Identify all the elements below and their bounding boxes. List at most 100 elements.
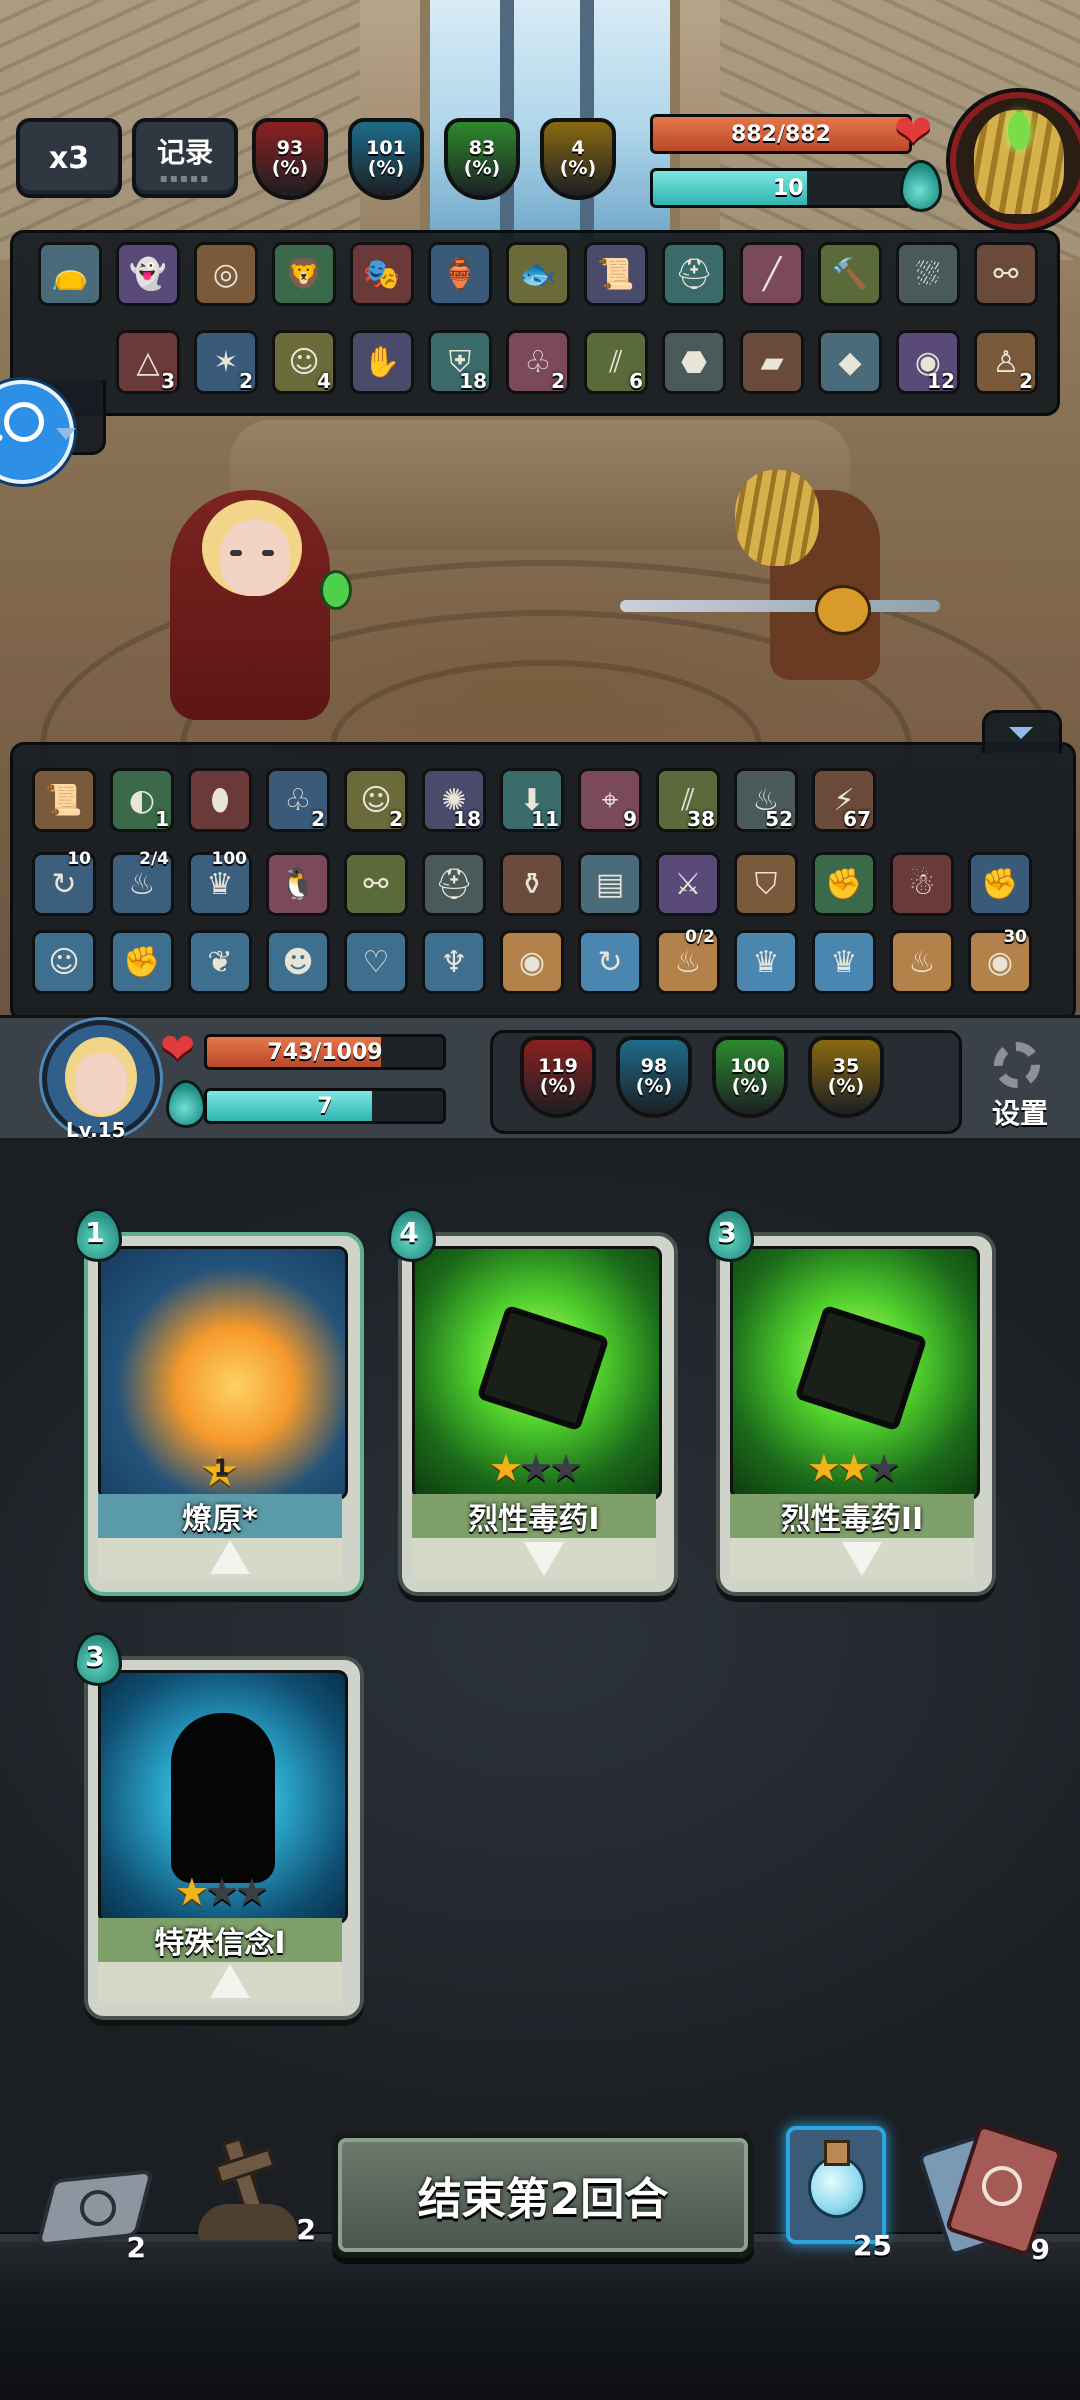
shield-icon[interactable]: ⛉ (734, 852, 798, 916)
settings-button[interactable]: 设置 (972, 1040, 1068, 1132)
card-name: 燎原* (98, 1494, 342, 1538)
eye-rune-icon[interactable]: ◉ (500, 930, 564, 994)
stat-shield[interactable]: 93 (%) (252, 118, 328, 200)
rune-face-icon[interactable]: ☺ (32, 930, 96, 994)
vase-icon-glyph: 🏺 (441, 256, 479, 292)
rune-fist-icon[interactable]: ✊ (110, 930, 174, 994)
lightning-icon[interactable]: ⚡ 67 (812, 768, 876, 832)
speed-button[interactable]: x3 (16, 118, 122, 198)
stat-shield[interactable]: 83 (%) (444, 118, 520, 200)
spirit-face-icon[interactable]: ☺ 2 (344, 768, 408, 832)
knight-helm-icon[interactable]: ⛑ (422, 852, 486, 916)
lightning-spell-icon[interactable]: ✶ 2 (194, 330, 258, 394)
green-book-icon[interactable]: ▰ (740, 330, 804, 394)
collapse-arrow-icon[interactable] (56, 428, 76, 440)
sack-icon[interactable]: 👝 (38, 242, 102, 306)
discard-count: 9 (1030, 2233, 1050, 2266)
rune-bowl-icon-glyph: ♆ (440, 944, 468, 980)
green-claw-icon[interactable]: ♧ 2 (266, 768, 330, 832)
dark-swirl-icon[interactable]: ◐ 1 (110, 768, 174, 832)
green-claw-icon[interactable]: ♧ 2 (506, 330, 570, 394)
goggles-icon-glyph: ⚯ (993, 256, 1019, 292)
skill-card[interactable]: ★★★ 特殊信念I (84, 1656, 364, 2020)
purple-swirl-icon[interactable]: ✺ 18 (422, 768, 486, 832)
potion-count: 25 (853, 2229, 892, 2262)
crown-rune-icon[interactable]: ♛ (734, 930, 798, 994)
map-icon[interactable]: ▤ (578, 852, 642, 916)
ring-icon[interactable]: ◎ (194, 242, 258, 306)
target-icon[interactable]: ⌖ 9 (578, 768, 642, 832)
ghost-doll-icon[interactable]: ☃ (890, 852, 954, 916)
gauntlet-icon[interactable]: ✊ (968, 852, 1032, 916)
lion-icon[interactable]: 🦁 (272, 242, 336, 306)
rune-mask-icon[interactable]: ☻ (266, 930, 330, 994)
grave-button[interactable]: 2 (190, 2130, 320, 2260)
enemy-mana-bar: 10 (650, 168, 912, 208)
skill-card[interactable]: ★ 1 燎原* (84, 1232, 364, 1596)
triangle-spell-icon[interactable]: △ 3 (116, 330, 180, 394)
blue-shield-icon[interactable]: ⛨ 18 (428, 330, 492, 394)
stat-shield[interactable]: 35 (%) (808, 1036, 884, 1118)
cycle-rune-icon[interactable]: ↻ 10 (32, 849, 96, 916)
stat-shield[interactable]: 101 (%) (348, 118, 424, 200)
cycle-rune-icon[interactable]: ↻ (578, 930, 642, 994)
scroll-icon[interactable]: 📜 (584, 242, 648, 306)
sword-icon[interactable]: ⚔ (656, 852, 720, 916)
down-arrow-icon[interactable]: ⬇ 11 (500, 768, 564, 832)
goggles-icon[interactable]: ⚯ (344, 852, 408, 916)
red-slash-icon[interactable]: ⫽ 38 (656, 768, 720, 832)
draw-pile-button[interactable]: 2 (35, 2164, 156, 2264)
goggles-icon[interactable]: ⚯ (974, 242, 1038, 306)
record-button[interactable]: 记录 ▪▪▪▪▪ (132, 118, 238, 198)
card-footer (730, 1538, 974, 1580)
vase-icon[interactable]: 🏺 (428, 242, 492, 306)
grave-count: 2 (296, 2213, 316, 2246)
stat-shield[interactable]: 100 (%) (712, 1036, 788, 1118)
slot-counter: 30 (1003, 927, 1027, 947)
card-name: 烈性毒药I (412, 1494, 656, 1538)
potion-bag-icon[interactable]: ⚱ (500, 852, 564, 916)
strongman-icon[interactable]: ♙ 2 (974, 330, 1038, 394)
red-slash-icon[interactable]: ⫽ 6 (584, 330, 648, 394)
poison-jar-icon (794, 1304, 928, 1432)
mask-icon[interactable]: 🎭 (350, 242, 414, 306)
skill-card[interactable]: ★★★ 烈性毒药II (716, 1232, 996, 1596)
ghost-orb-icon[interactable]: 👻 (116, 242, 180, 306)
staff-icon[interactable]: ╱ (740, 242, 804, 306)
hammer-icon[interactable]: 🔨 (818, 242, 882, 306)
eye-rune-icon[interactable]: ◉ 30 (968, 927, 1032, 994)
stat-shield[interactable]: 4 (%) (540, 118, 616, 200)
fire-rune-icon[interactable]: ♨ 0/2 (656, 927, 720, 994)
end-turn-button[interactable]: 结束第2回合 (332, 2132, 754, 2258)
crown-rune-icon[interactable]: ♛ (812, 930, 876, 994)
discard-pile-button[interactable]: 9 (917, 2123, 1064, 2266)
fish-icon[interactable]: 🐟 (506, 242, 570, 306)
upgrade-arrow-icon (210, 1964, 250, 1998)
cloak-icon[interactable]: ⛆ (896, 242, 960, 306)
green-egg-icon[interactable]: ⬮ (188, 768, 252, 832)
rune-heart-icon[interactable]: ♡ (344, 930, 408, 994)
player-panel-tab[interactable] (982, 710, 1062, 753)
settings-label: 设置 (991, 1097, 1048, 1130)
fire-rune-icon[interactable]: ♨ (890, 930, 954, 994)
poison-stone-icon[interactable]: ⬣ (662, 330, 726, 394)
spiral-icon[interactable]: ◉ 12 (896, 330, 960, 394)
draw-pile-count: 2 (126, 2231, 146, 2264)
helmet-icon[interactable]: ⛑ (662, 242, 726, 306)
shadow-hand-icon[interactable]: ✋ (350, 330, 414, 394)
red-glove-icon[interactable]: ✊ (812, 852, 876, 916)
spirit-face-icon[interactable]: ☺ 4 (272, 330, 336, 394)
skill-card[interactable]: ★★★ 烈性毒药I (398, 1232, 678, 1596)
stat-shield[interactable]: 98 (%) (616, 1036, 692, 1118)
enemy-portrait[interactable] (950, 92, 1080, 230)
red-spiral-icon[interactable]: ♨ 52 (734, 768, 798, 832)
fire-rune-icon[interactable]: ♨ 2/4 (110, 849, 174, 916)
potion-button[interactable]: 25 (786, 2126, 892, 2262)
crystal-icon[interactable]: ◆ (818, 330, 882, 394)
scroll-icon[interactable]: 📜 (32, 768, 96, 832)
crown-rune-icon[interactable]: ♛ 100 (188, 849, 252, 916)
rune-bowl-icon[interactable]: ♆ (422, 930, 486, 994)
rune-leaf-icon[interactable]: ❦ (188, 930, 252, 994)
penguin-icon[interactable]: 🐧 (266, 852, 330, 916)
stat-shield[interactable]: 119 (%) (520, 1036, 596, 1118)
